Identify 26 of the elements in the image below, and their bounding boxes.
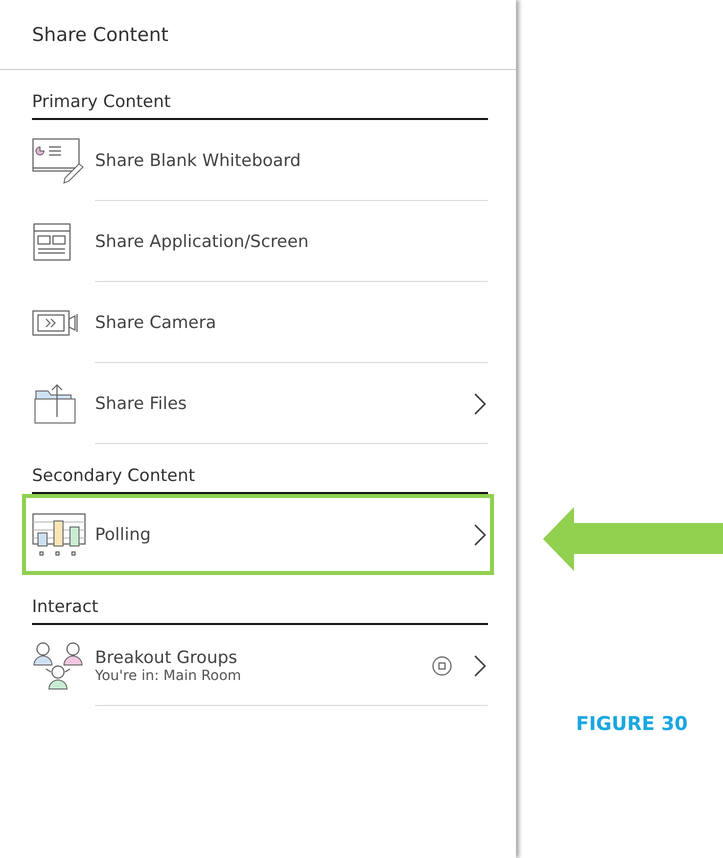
item-label: Breakout Groups [95, 648, 238, 668]
whiteboard-icon [32, 138, 84, 184]
section-heading: Secondary Content [32, 444, 488, 494]
menu-item[interactable]: Share Application/Screen [22, 201, 494, 282]
menu-item[interactable]: Breakout Groups You're in: Main Room [22, 625, 494, 706]
chevron-right-icon[interactable] [474, 392, 486, 414]
chevron-right-icon[interactable] [474, 524, 486, 546]
item-label: Share Files [95, 394, 188, 414]
item-label: Polling [95, 524, 152, 544]
bar-chart-icon [32, 512, 86, 556]
screen-icon [32, 222, 72, 262]
menu-item[interactable]: Share Camera [22, 282, 494, 363]
section-heading: Interact [32, 575, 488, 625]
item-label: Share Application/Screen [95, 232, 310, 252]
people-group-icon [32, 640, 84, 690]
figure-caption: FIGURE 30 [576, 713, 689, 735]
item-subtitle: You're in: Main Room [95, 668, 242, 684]
highlighted-menu-item[interactable]: Polling [22, 494, 494, 575]
panel-title: Share Content [32, 24, 168, 46]
section-heading: Primary Content [32, 70, 488, 120]
menu-item[interactable]: Share Files [22, 363, 494, 444]
item-label: Share Blank Whiteboard [95, 150, 302, 170]
item-label: Share Camera [95, 312, 218, 332]
stop-circle-icon[interactable] [432, 656, 452, 676]
menu-item[interactable]: Share Blank Whiteboard [22, 120, 494, 201]
chevron-right-icon[interactable] [474, 654, 486, 676]
